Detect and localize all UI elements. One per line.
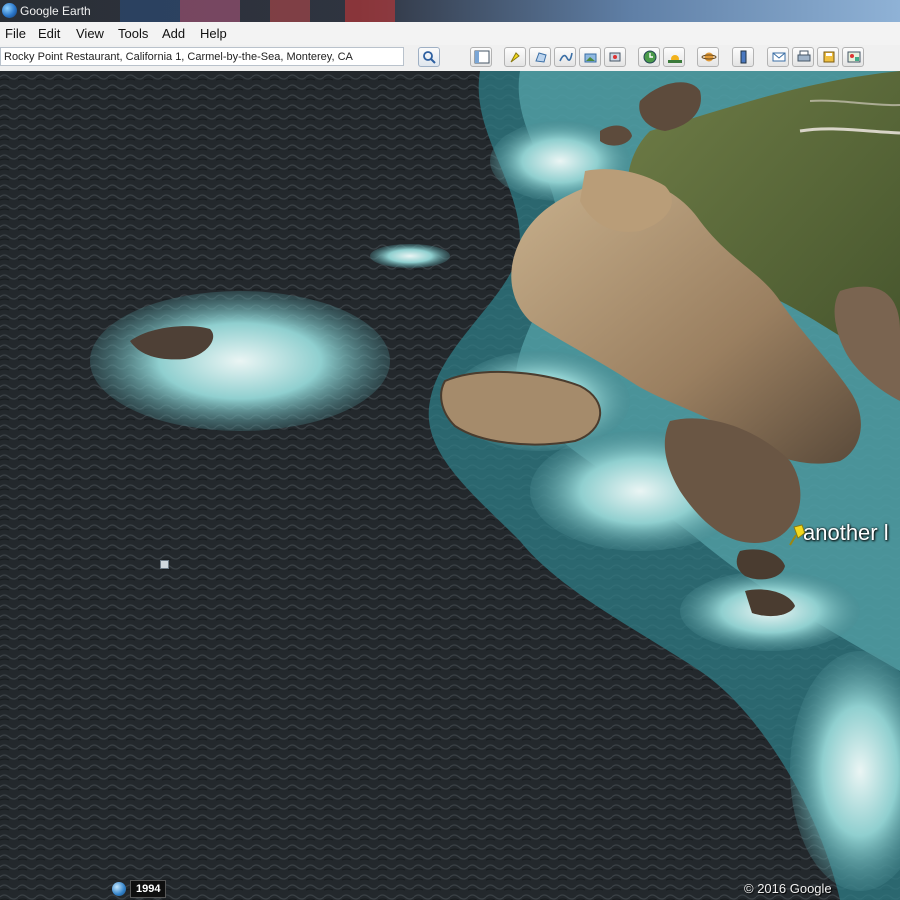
sidebar-toggle-button[interactable] [470, 47, 492, 67]
sunlight-icon [668, 55, 682, 63]
view-in-maps-icon [847, 51, 861, 63]
menu-view[interactable]: View [76, 26, 104, 41]
background-window-strip [345, 0, 395, 22]
search-icon [423, 51, 436, 64]
placemark-icon [510, 52, 520, 63]
print-icon [797, 50, 811, 62]
placemark-label[interactable]: another l [803, 520, 889, 546]
email-button[interactable] [767, 47, 789, 67]
email-icon [772, 52, 786, 62]
add-placemark-button[interactable] [504, 47, 526, 67]
add-image-overlay-button[interactable] [579, 47, 601, 67]
save-image-icon [823, 51, 835, 63]
save-image-button[interactable] [817, 47, 839, 67]
window-title: Google Earth [20, 4, 91, 18]
title-bar: Google Earth [0, 0, 900, 22]
sidebar-toggle-icon [474, 50, 490, 64]
menu-edit[interactable]: Edit [38, 26, 60, 41]
sunlight-button[interactable] [663, 47, 685, 67]
historical-imagery-clock-icon [112, 882, 126, 896]
menu-file[interactable]: File [5, 26, 26, 41]
add-path-button[interactable] [554, 47, 576, 67]
print-button[interactable] [792, 47, 814, 67]
satellite-imagery [0, 71, 900, 900]
planets-icon [701, 52, 717, 62]
image-overlay-icon [584, 53, 597, 63]
path-icon [559, 52, 573, 62]
menu-add[interactable]: Add [162, 26, 185, 41]
map-marker-icon[interactable] [160, 560, 169, 569]
search-button[interactable] [418, 47, 440, 67]
ruler-icon [740, 50, 747, 64]
imagery-copyright: © 2016 Google [744, 881, 832, 896]
historical-imagery-button[interactable] [638, 47, 660, 67]
ruler-button[interactable] [732, 47, 754, 67]
earth-3d-view[interactable]: another l © 2016 Google [0, 71, 900, 900]
polygon-icon [535, 52, 547, 63]
imagery-year: 1994 [130, 880, 167, 898]
search-input[interactable] [0, 47, 404, 66]
switch-planet-button[interactable] [697, 47, 719, 67]
historical-imagery-icon [643, 50, 657, 64]
record-tour-button[interactable] [604, 47, 626, 67]
view-in-maps-button[interactable] [842, 47, 864, 67]
background-window-strip [180, 0, 240, 22]
add-polygon-button[interactable] [529, 47, 551, 67]
menu-help[interactable]: Help [200, 26, 227, 41]
background-window-strip [120, 0, 180, 22]
menu-tools[interactable]: Tools [118, 26, 148, 41]
google-earth-icon [2, 3, 17, 18]
toolbar [0, 45, 900, 72]
record-tour-icon [609, 52, 621, 62]
background-window-strip [270, 0, 310, 22]
menu-bar: File Edit View Tools Add Help [0, 22, 900, 46]
